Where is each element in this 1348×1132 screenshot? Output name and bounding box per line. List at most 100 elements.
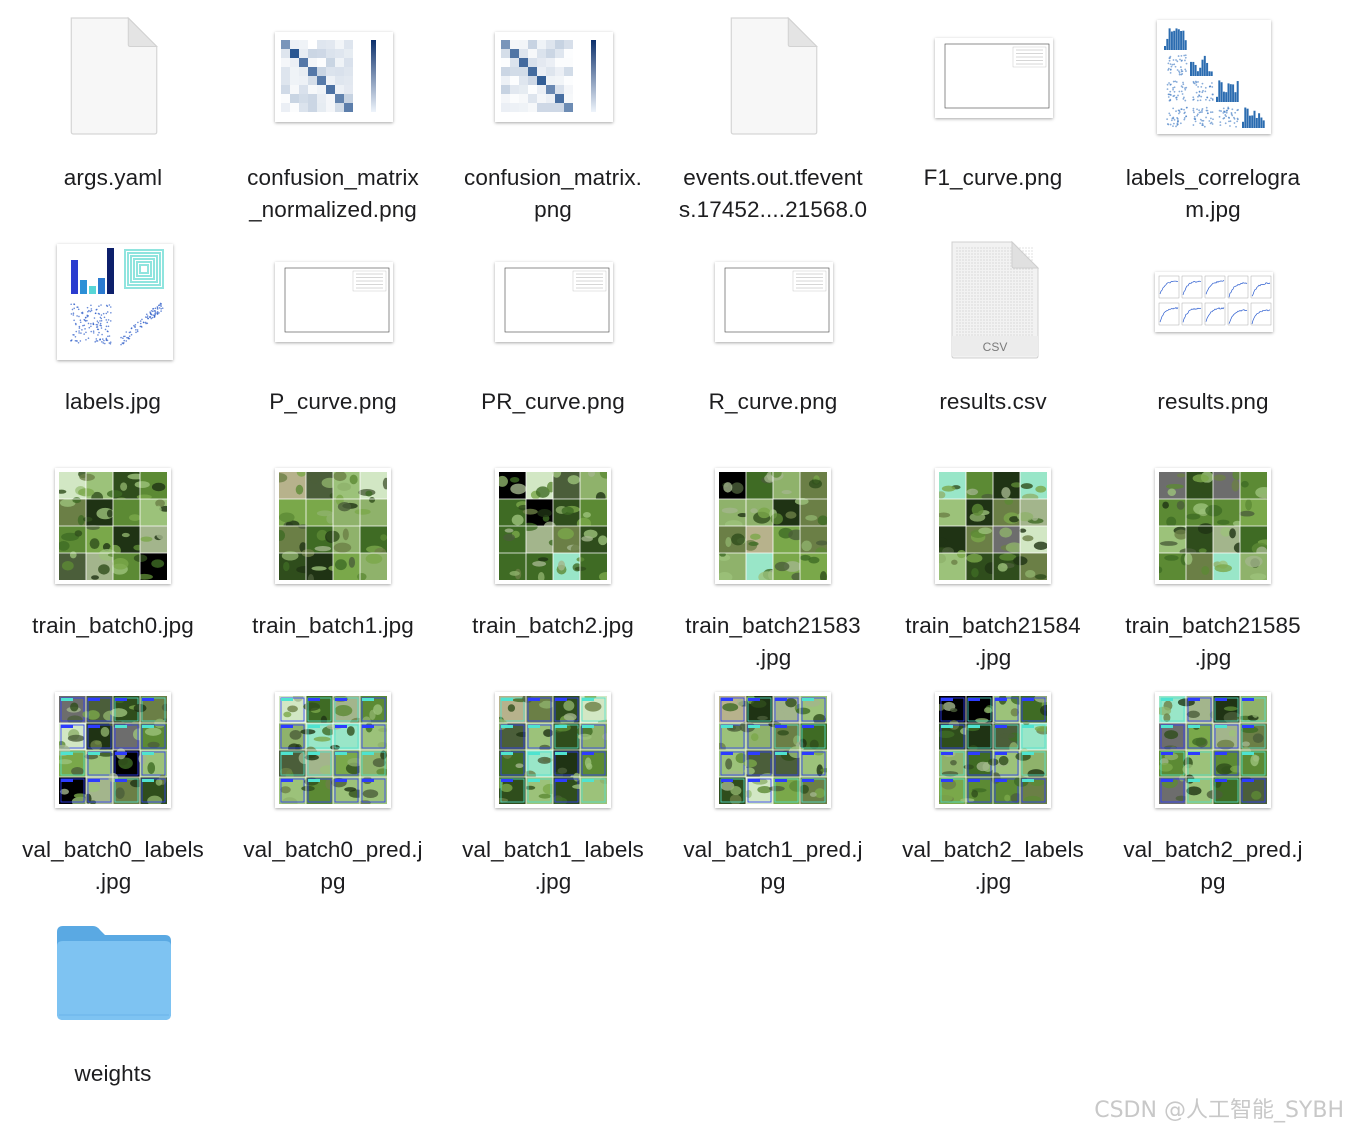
- file-thumbnail[interactable]: [1103, 236, 1323, 376]
- file-item[interactable]: train_batch0.jpg: [3, 460, 223, 638]
- file-name-line: val_batch0_pred.j: [243, 837, 423, 862]
- file-item[interactable]: labels_correlogra m.jpg: [1103, 12, 1323, 222]
- file-name-line: train_batch21584: [905, 613, 1081, 638]
- file-item[interactable]: F1_curve.png: [883, 12, 1103, 190]
- file-item[interactable]: train_batch21584 .jpg: [883, 460, 1103, 670]
- file-item[interactable]: P_curve.png: [223, 236, 443, 414]
- file-thumbnail[interactable]: [883, 460, 1103, 600]
- file-thumbnail[interactable]: [663, 12, 883, 152]
- file-thumbnail[interactable]: CSV: [883, 236, 1103, 376]
- file-thumbnail[interactable]: [3, 12, 223, 152]
- image-thumbnail-icon: [715, 467, 831, 584]
- file-name-label: confusion_matrix _normalized.png: [223, 162, 443, 226]
- file-name-line: _normalized.png: [249, 197, 417, 222]
- file-name-label: val_batch1_labels .jpg: [443, 834, 663, 898]
- file-thumbnail[interactable]: [883, 684, 1103, 824]
- image-thumbnail-icon: [1157, 20, 1271, 134]
- file-item[interactable]: events.out.tfevent s.17452....21568.0: [663, 12, 883, 222]
- file-name-line: val_batch1_labels: [462, 837, 644, 862]
- file-name-line: train_batch1.jpg: [252, 613, 414, 638]
- file-name-line: weights: [74, 1061, 152, 1086]
- image-thumbnail-icon: [935, 38, 1053, 118]
- file-item[interactable]: train_batch2.jpg: [443, 460, 663, 638]
- file-thumbnail[interactable]: [3, 684, 223, 824]
- folder-item[interactable]: weights: [3, 908, 223, 1086]
- image-thumbnail-icon: [495, 466, 614, 584]
- file-thumbnail[interactable]: [443, 236, 663, 376]
- file-item[interactable]: results.png: [1103, 236, 1323, 414]
- file-name-line: labels_correlogra: [1125, 165, 1301, 190]
- file-thumbnail[interactable]: [1103, 460, 1323, 600]
- file-item[interactable]: PR_curve.png: [443, 236, 663, 414]
- file-name-line: labels.jpg: [64, 389, 162, 414]
- file-name-label: results.png: [1103, 386, 1323, 418]
- file-thumbnail[interactable]: [223, 236, 443, 376]
- image-thumbnail-icon: [495, 32, 613, 122]
- file-name-line: val_batch2_labels: [902, 837, 1084, 862]
- file-name-label: val_batch2_labels .jpg: [883, 834, 1103, 898]
- file-thumbnail[interactable]: [443, 684, 663, 824]
- file-name-line: confusion_matrix: [247, 165, 419, 190]
- file-name-label: train_batch2.jpg: [443, 610, 663, 642]
- file-item[interactable]: confusion_matrix. png: [443, 12, 663, 222]
- file-name-label: weights: [3, 1058, 223, 1090]
- file-item[interactable]: val_batch0_pred.j pg: [223, 684, 443, 894]
- file-name-line: F1_curve.png: [923, 165, 1063, 190]
- file-name-line: .jpg: [534, 869, 572, 894]
- image-thumbnail-icon: [490, 692, 615, 808]
- csv-document-icon: CSV: [948, 240, 1042, 365]
- file-thumbnail[interactable]: [1103, 684, 1323, 824]
- file-name-line: .jpg: [974, 645, 1012, 670]
- file-name-line: train_batch21585: [1125, 613, 1301, 638]
- file-item[interactable]: labels.jpg: [3, 236, 223, 414]
- file-thumbnail[interactable]: [443, 12, 663, 152]
- file-thumbnail[interactable]: [1103, 12, 1323, 152]
- file-name-line: s.17452....21568.0: [678, 197, 868, 222]
- file-thumbnail[interactable]: [663, 684, 883, 824]
- file-name-label: train_batch21583 .jpg: [663, 610, 883, 674]
- file-name-label: events.out.tfevent s.17452....21568.0: [663, 162, 883, 226]
- file-item[interactable]: val_batch2_labels .jpg: [883, 684, 1103, 894]
- file-thumbnail[interactable]: [223, 684, 443, 824]
- file-item[interactable]: val_batch2_pred.j pg: [1103, 684, 1323, 894]
- image-thumbnail-icon: [55, 468, 173, 584]
- image-thumbnail-icon: [935, 692, 1053, 808]
- file-item[interactable]: val_batch0_labels .jpg: [3, 684, 223, 894]
- file-name-line: results.png: [1157, 389, 1269, 414]
- image-thumbnail-icon: [270, 467, 391, 586]
- image-thumbnail-icon: [1155, 692, 1271, 808]
- file-thumbnail[interactable]: [443, 460, 663, 600]
- file-name-line: pg: [760, 869, 786, 894]
- file-item[interactable]: args.yaml: [3, 12, 223, 190]
- file-thumbnail[interactable]: [663, 460, 883, 600]
- file-item[interactable]: val_batch1_pred.jpg: [663, 684, 883, 894]
- file-name-line: .jpg: [1194, 645, 1232, 670]
- document-icon: [727, 16, 819, 141]
- file-thumbnail[interactable]: [3, 460, 223, 600]
- file-thumbnail[interactable]: [223, 12, 443, 152]
- file-thumbnail[interactable]: [223, 460, 443, 600]
- file-item[interactable]: confusion_matrix _normalized.png: [223, 12, 443, 222]
- file-thumbnail[interactable]: [3, 236, 223, 376]
- file-thumbnail[interactable]: [883, 12, 1103, 152]
- file-item[interactable]: val_batch1_labels .jpg: [443, 684, 663, 894]
- file-name-line: train_batch21583: [685, 613, 861, 638]
- image-thumbnail-icon: [54, 692, 171, 808]
- file-item[interactable]: train_batch21585 .jpg: [1103, 460, 1323, 670]
- file-name-label: train_batch0.jpg: [3, 610, 223, 642]
- file-name-line: train_batch0.jpg: [32, 613, 194, 638]
- file-name-label: args.yaml: [3, 162, 223, 194]
- document-icon: [67, 16, 159, 141]
- file-item[interactable]: CSV results.csv: [883, 236, 1103, 414]
- image-thumbnail-icon: [275, 32, 393, 122]
- file-item[interactable]: train_batch21583 .jpg: [663, 460, 883, 670]
- file-name-line: results.csv: [939, 389, 1047, 414]
- file-name-line: val_batch1_pred.j: [683, 837, 863, 862]
- file-item[interactable]: R_curve.png: [663, 236, 883, 414]
- folder-thumbnail[interactable]: [3, 908, 223, 1048]
- file-name-label: PR_curve.png: [443, 386, 663, 418]
- file-name-line: .jpg: [974, 869, 1012, 894]
- image-thumbnail-icon: [932, 468, 1051, 584]
- file-thumbnail[interactable]: [663, 236, 883, 376]
- file-item[interactable]: train_batch1.jpg: [223, 460, 443, 638]
